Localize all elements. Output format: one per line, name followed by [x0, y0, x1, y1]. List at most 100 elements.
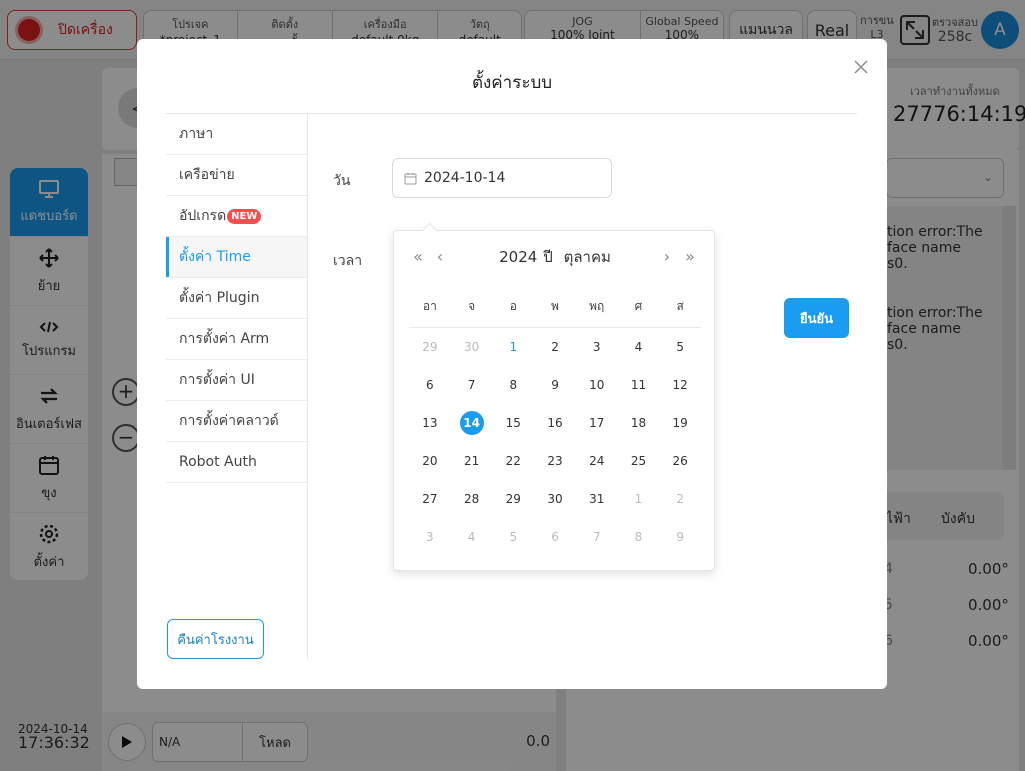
menu-item-ui[interactable]: การตั้งค่า UI	[166, 360, 307, 401]
calendar-day[interactable]: 6	[534, 530, 576, 544]
calendar-day[interactable]: 16	[534, 416, 576, 430]
calendar-day[interactable]: 25	[618, 454, 660, 468]
calendar-day-number: 2	[676, 492, 684, 506]
calendar-day[interactable]: 27	[409, 492, 451, 506]
next-month-icon[interactable]: ›	[659, 246, 675, 268]
calendar-day-number: 6	[426, 378, 434, 392]
calendar-day-number: 7	[467, 378, 476, 392]
date-value: 2024-10-14	[424, 170, 506, 186]
calendar-day[interactable]: 15	[492, 416, 534, 430]
calendar-day[interactable]: 10	[576, 378, 618, 392]
calendar-day-number: 30	[547, 492, 563, 506]
calendar-day-number: 24	[589, 454, 605, 468]
calendar-day-number: 5	[676, 340, 684, 354]
calendar-day[interactable]: 2	[659, 492, 701, 506]
weekday-label: อ	[509, 299, 517, 313]
calendar-day[interactable]: 2	[534, 340, 576, 354]
calendar-day-number: 8	[634, 530, 643, 544]
confirm-button[interactable]: ยืนยัน	[784, 298, 849, 338]
calendar-day[interactable]: 7	[576, 530, 618, 544]
menu-divider	[307, 114, 308, 659]
calendar-day-number: 11	[630, 378, 647, 392]
menu-item-label: ตั้งค่า Time	[179, 249, 251, 265]
next-year-icon[interactable]: »	[682, 246, 698, 268]
calendar-day-number: 27	[422, 492, 438, 506]
factory-reset-button[interactable]: คืนค่าโรงงาน	[167, 619, 264, 659]
calendar-day-number: 6	[551, 530, 559, 544]
calendar-day-number: 29	[422, 340, 438, 354]
calendar-day-number: 31	[589, 492, 605, 506]
calendar-day[interactable]: 11	[618, 378, 660, 392]
menu-item-label: ตั้งค่า Plugin	[179, 290, 260, 306]
calendar-day[interactable]: 28	[451, 492, 493, 506]
calendar-day[interactable]: 29	[409, 340, 451, 354]
menu-item-cloud[interactable]: การตั้งค่าคลาวด์	[166, 401, 307, 442]
calendar-day[interactable]: 14	[451, 411, 493, 435]
calendar-day[interactable]: 7	[451, 378, 493, 392]
calendar-day[interactable]: 4	[451, 530, 493, 544]
calendar-day[interactable]: 3	[409, 530, 451, 544]
date-label: วัน	[333, 173, 351, 189]
new-badge: NEW	[227, 208, 262, 224]
calendar-day[interactable]: 3	[576, 340, 618, 354]
calendar-day[interactable]: 18	[618, 416, 660, 430]
calendar-day[interactable]: 26	[659, 454, 701, 468]
calendar-day-number: 25	[630, 454, 647, 468]
calendar-day-number: 3	[592, 340, 601, 354]
time-label: เวลา	[333, 253, 363, 269]
calendar-day[interactable]: 4	[618, 340, 660, 354]
calendar-icon	[404, 172, 417, 184]
calendar-year[interactable]: 2024	[499, 248, 537, 266]
menu-item-network[interactable]: เครือข่าย	[166, 155, 307, 196]
calendar-day[interactable]: 5	[492, 530, 534, 544]
calendar-day[interactable]: 12	[659, 378, 701, 392]
calendar-day[interactable]: 20	[409, 454, 451, 468]
calendar-day[interactable]: 5	[659, 340, 701, 354]
weekday-label: ส	[676, 299, 684, 313]
calendar-week-row: 27 28 29 30 31 1 2	[409, 480, 701, 518]
calendar-day[interactable]: 17	[576, 416, 618, 430]
modal-title: ตั้งค่าระบบ	[471, 73, 553, 93]
calendar-day[interactable]: 6	[409, 378, 451, 392]
menu-item-time[interactable]: ตั้งค่า Time	[166, 237, 307, 278]
calendar-day[interactable]: 24	[576, 454, 618, 468]
calendar-day-number: 17	[589, 416, 605, 430]
menu-item-label: การตั้งค่าคลาวด์	[179, 413, 279, 429]
calendar-day[interactable]: 8	[492, 378, 534, 392]
menu-item-arm[interactable]: การตั้งค่า Arm	[166, 319, 307, 360]
calendar-month[interactable]: ตุลาคม	[564, 248, 611, 266]
date-picker-input[interactable]: 2024-10-14	[392, 158, 612, 198]
calendar-header: « ‹ 2024 ปี ตุลาคม › »	[394, 246, 716, 268]
calendar-day[interactable]: 22	[492, 454, 534, 468]
menu-item-robot-auth[interactable]: Robot Auth	[166, 442, 307, 483]
calendar-day-number: 1	[509, 340, 518, 354]
calendar-day-number: 8	[509, 378, 518, 392]
calendar-day-number: 4	[467, 530, 476, 544]
calendar-day[interactable]: 9	[534, 378, 576, 392]
close-icon[interactable]	[853, 59, 869, 75]
calendar-day[interactable]: 19	[659, 416, 701, 430]
calendar-day[interactable]: 23	[534, 454, 576, 468]
settings-menu: ภาษา เครือข่าย อัปเกรด NEW ตั้งค่า Time ต…	[166, 114, 307, 483]
calendar-day[interactable]: 1	[618, 492, 660, 506]
menu-item-language[interactable]: ภาษา	[166, 114, 307, 155]
menu-item-upgrade[interactable]: อัปเกรด NEW	[166, 196, 307, 237]
calendar-day[interactable]: 31	[576, 492, 618, 506]
calendar-day[interactable]: 1	[492, 340, 534, 354]
calendar-day[interactable]: 13	[409, 416, 451, 430]
calendar-day-number: 12	[672, 378, 688, 392]
calendar-day[interactable]: 30	[451, 340, 493, 354]
calendar-day-number: 28	[463, 492, 480, 506]
calendar-day[interactable]: 29	[492, 492, 534, 506]
calendar-day[interactable]: 8	[618, 530, 660, 544]
calendar-day-number: 18	[630, 416, 647, 430]
calendar-day-number: 10	[589, 378, 605, 392]
calendar-week-row: 6 7 8 9 10 11 12	[409, 366, 701, 404]
calendar-day[interactable]: 30	[534, 492, 576, 506]
menu-item-plugin[interactable]: ตั้งค่า Plugin	[166, 278, 307, 319]
calendar-day[interactable]: 21	[451, 454, 493, 468]
calendar-week-row: 13 14 15 16 17 18 19	[409, 404, 701, 442]
calendar-day[interactable]: 9	[659, 530, 701, 544]
calendar-year-suffix: ปี	[543, 248, 553, 266]
calendar-week-row: 3 4 5 6 7 8 9	[409, 518, 701, 556]
